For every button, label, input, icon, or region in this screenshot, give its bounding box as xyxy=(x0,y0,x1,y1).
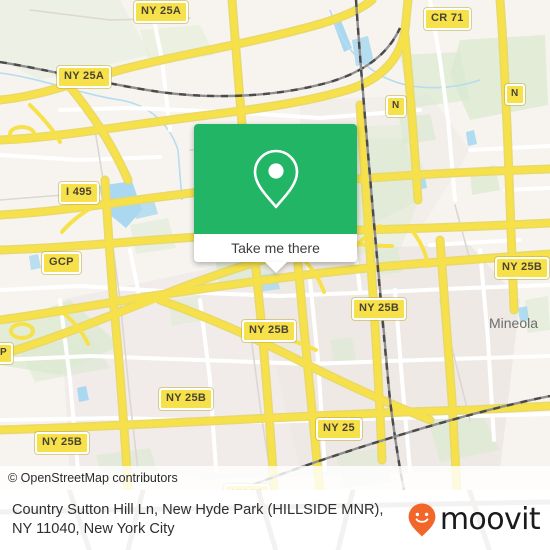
moovit-map-page: .rdY{stroke:#f7e14b;fill:none;stroke-lin… xyxy=(0,0,550,550)
callout-header xyxy=(194,124,357,234)
location-callout[interactable]: Take me there xyxy=(194,124,357,273)
route-shield[interactable]: NY 25B xyxy=(159,388,214,410)
route-shield[interactable]: NY 25 xyxy=(316,418,362,440)
callout-action[interactable]: Take me there xyxy=(194,234,357,262)
location-address: Country Sutton Hill Ln, New Hyde Park (H… xyxy=(12,502,384,537)
route-shield[interactable]: I 495 xyxy=(59,182,99,204)
route-shield[interactable]: CR 71 xyxy=(424,8,471,30)
moovit-wordmark: moovit xyxy=(439,502,541,537)
callout-box[interactable]: Take me there xyxy=(194,124,357,262)
city-label-mineola: Mineola xyxy=(489,315,539,331)
map-canvas[interactable]: .rdY{stroke:#f7e14b;fill:none;stroke-lin… xyxy=(0,0,550,490)
route-shield[interactable]: N xyxy=(505,84,525,105)
moovit-pin-icon xyxy=(408,503,436,537)
route-shield[interactable]: NY 25B xyxy=(242,320,297,342)
osm-attribution-bar: © OpenStreetMap contributors xyxy=(0,466,550,490)
callout-pointer xyxy=(264,262,287,273)
route-shield[interactable]: P xyxy=(0,343,13,364)
location-pin-icon xyxy=(253,149,298,209)
route-shield[interactable]: NY 25B xyxy=(495,257,550,279)
route-shield[interactable]: NY 25A xyxy=(134,1,189,23)
route-shield[interactable]: N xyxy=(386,96,406,117)
route-shield[interactable]: NY 25A xyxy=(57,66,112,88)
route-shield[interactable]: GCP xyxy=(42,252,81,274)
footer-bar: Country Sutton Hill Ln, New Hyde Park (H… xyxy=(0,490,550,550)
footer-row: Country Sutton Hill Ln, New Hyde Park (H… xyxy=(0,490,550,550)
route-shield[interactable]: NY 25B xyxy=(352,298,407,320)
moovit-logo[interactable]: moovit xyxy=(407,502,541,538)
callout-action-label: Take me there xyxy=(231,240,320,256)
route-shield[interactable]: NY 25B xyxy=(35,432,90,454)
osm-attribution-text: © OpenStreetMap contributors xyxy=(8,471,178,485)
